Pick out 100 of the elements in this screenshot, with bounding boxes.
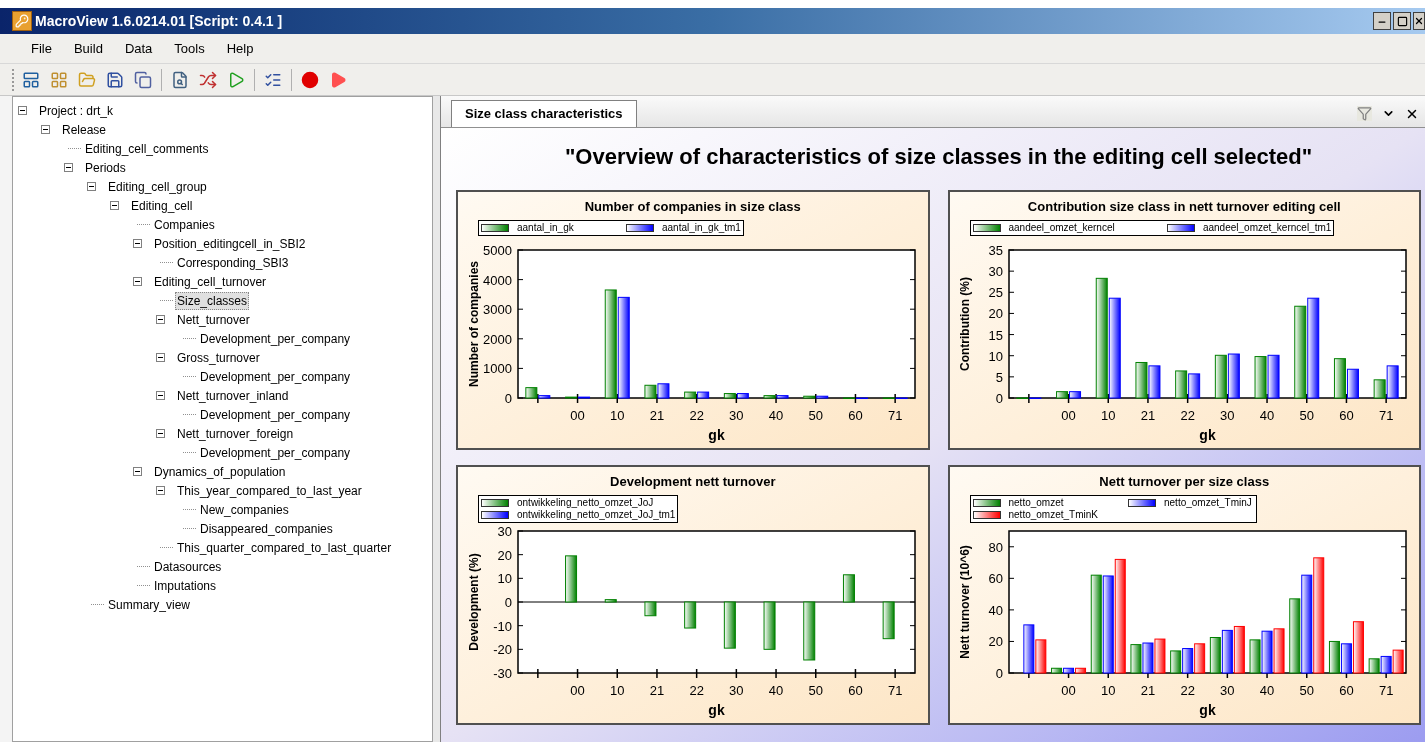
menu-item[interactable]: Help <box>215 38 265 59</box>
y-axis-label: Number of companies <box>466 261 481 387</box>
collapse-toggle[interactable] <box>156 353 165 362</box>
y-tick-label: -30 <box>492 666 512 681</box>
x-tick-label: 00 <box>1061 408 1077 423</box>
x-tick-label: 21 <box>649 683 664 698</box>
tree-item[interactable]: Development_per_company <box>198 329 353 348</box>
collapse-toggle[interactable] <box>41 125 50 134</box>
document-tab[interactable]: Size class characteristics <box>451 100 637 127</box>
collapse-toggle[interactable] <box>156 391 165 400</box>
y-tick-label: 40 <box>988 602 1004 618</box>
legend-label: netto_omzet_TminK <box>1008 509 1098 521</box>
y-tick-label: 0 <box>504 595 512 610</box>
tree-item[interactable]: Corresponding_SBI3 <box>175 253 291 272</box>
x-tick-label: 40 <box>768 408 784 423</box>
menu-item[interactable]: Tools <box>163 38 216 59</box>
collapse-toggle[interactable] <box>133 467 142 476</box>
x-tick-label: 71 <box>1379 408 1394 423</box>
legend-label: aantal_in_gk <box>517 222 574 234</box>
tree-item[interactable]: Development_per_company <box>198 443 353 462</box>
filter-icon <box>1357 106 1372 121</box>
tree-item[interactable]: Companies <box>152 215 217 234</box>
tree-item[interactable]: This_quarter_compared_to_last_quarter <box>175 538 394 557</box>
tree-item[interactable]: Dynamics_of_population <box>152 462 288 481</box>
collapse-toggle[interactable] <box>156 429 165 438</box>
menu-item[interactable]: Build <box>62 38 114 59</box>
collapse-toggle[interactable] <box>133 239 142 248</box>
x-tick-label: 10 <box>609 408 625 423</box>
tree-item[interactable]: Imputations <box>152 576 219 595</box>
collapse-toggle[interactable] <box>87 182 96 191</box>
y-tick-label: 0 <box>996 391 1004 406</box>
menu-item[interactable]: Data <box>113 38 164 59</box>
tree-item[interactable]: Nett_turnover_foreign <box>175 424 296 443</box>
window-title: MacroView 1.6.0214.01 [Script: 0.4.1 ] <box>35 11 283 31</box>
x-tick-label: 10 <box>609 683 625 698</box>
y-tick-label: 4000 <box>482 272 512 288</box>
legend-label: netto_omzet_TminJ <box>1164 497 1252 509</box>
x-tick-label: 71 <box>887 408 903 423</box>
x-tick-label: 40 <box>1260 408 1275 423</box>
new-window-icon <box>22 70 40 89</box>
tree-item[interactable]: Editing_cell_comments <box>83 139 211 158</box>
tree-item[interactable]: Periods <box>83 158 128 177</box>
tree-item[interactable]: Position_editingcell_in_SBI2 <box>152 234 308 253</box>
tree-item[interactable]: Datasources <box>152 557 224 576</box>
tree-item[interactable]: Size_classes <box>175 291 250 310</box>
y-tick-label: 3000 <box>482 302 512 318</box>
x-tick-label: 10 <box>1101 683 1116 698</box>
tree-item[interactable]: Release <box>60 120 109 139</box>
tree-item[interactable]: Project : drt_k <box>37 101 116 120</box>
y-tick-label: 30 <box>497 525 512 539</box>
collapse-toggle[interactable] <box>156 315 165 324</box>
x-tick-label: 60 <box>847 683 863 698</box>
y-tick-label: 10 <box>988 348 1004 364</box>
close-button[interactable] <box>1413 12 1425 30</box>
tree-item[interactable]: Development_per_company <box>198 367 353 386</box>
maximize-button[interactable] <box>1393 12 1411 30</box>
x-tick-label: 10 <box>1101 408 1116 423</box>
tree-item[interactable]: Editing_cell_group <box>106 177 209 196</box>
tree-item[interactable]: Editing_cell <box>129 196 195 215</box>
tree-item[interactable]: Disappeared_companies <box>198 519 335 538</box>
new-grid-icon <box>50 70 68 89</box>
x-axis-label: gk <box>1199 702 1216 718</box>
toolbar-grip <box>12 68 15 91</box>
minimize-button[interactable] <box>1373 12 1391 30</box>
tree-item[interactable]: Development_per_company <box>198 405 353 424</box>
x-tick-label: 60 <box>847 408 863 423</box>
y-tick-label: 5 <box>996 369 1004 385</box>
tree-item[interactable]: This_year_compared_to_last_year <box>175 481 364 500</box>
tree-item[interactable]: Editing_cell_turnover <box>152 272 269 291</box>
y-tick-label: 10 <box>497 571 512 587</box>
y-axis-label: Contribution (%) <box>958 277 973 371</box>
x-tick-label: 50 <box>1299 408 1315 423</box>
tree-item[interactable]: Nett_turnover_inland <box>175 386 291 405</box>
folder-icon <box>78 70 96 89</box>
legend-label: ontwikkeling_netto_omzet_JoJ_tm1 <box>517 509 676 521</box>
save-all-icon <box>134 70 152 89</box>
x-axis-label: gk <box>1199 427 1216 443</box>
x-tick-label: 50 <box>1299 683 1315 698</box>
collapse-toggle[interactable] <box>18 106 27 115</box>
collapse-toggle[interactable] <box>110 201 119 210</box>
y-tick-label: 80 <box>988 539 1004 555</box>
collapse-toggle[interactable] <box>156 486 165 495</box>
x-tick-label: 50 <box>808 408 823 423</box>
legend-label: netto_omzet <box>1008 497 1064 509</box>
tree-item[interactable]: Nett_turnover <box>175 310 252 329</box>
y-tick-label: 15 <box>988 327 1004 343</box>
tree-item[interactable]: Gross_turnover <box>175 348 262 367</box>
page-heading: "Overview of characteristics of size classes in the editing cell selected" <box>563 144 1314 170</box>
x-tick-label: 30 <box>1220 408 1235 423</box>
collapse-toggle[interactable] <box>64 163 73 172</box>
tree-item[interactable]: New_companies <box>198 500 291 519</box>
x-tick-label: 40 <box>768 683 784 698</box>
menu-item[interactable]: File <box>20 38 63 59</box>
collapse-toggle[interactable] <box>133 277 142 286</box>
y-tick-label: 35 <box>988 244 1004 258</box>
y-axis-label: Development (%) <box>466 553 481 651</box>
x-tick-label: 71 <box>887 683 903 698</box>
x-tick-label: 00 <box>1061 683 1077 698</box>
tree-item[interactable]: Summary_view <box>106 595 193 614</box>
x-tick-label: 22 <box>689 408 704 423</box>
